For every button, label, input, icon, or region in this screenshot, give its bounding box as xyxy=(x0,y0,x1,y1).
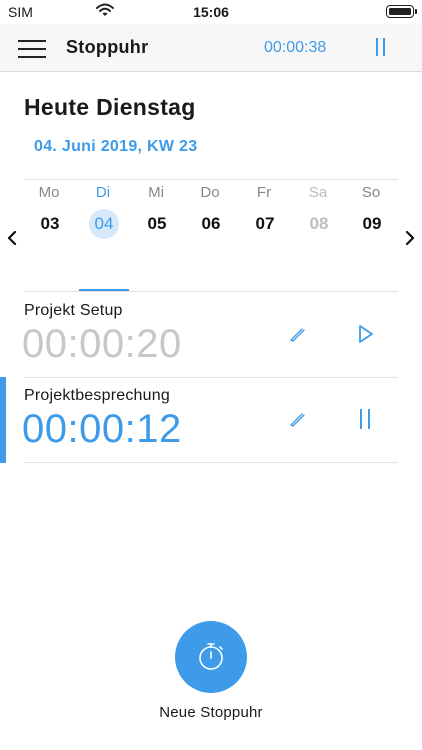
timer-name: Projekt Setup xyxy=(24,302,123,319)
timer-entry[interactable]: Projekt Setup 00:00:20 xyxy=(0,292,422,378)
day-number: 06 xyxy=(201,214,221,233)
play-icon[interactable] xyxy=(358,324,374,344)
day-number: 07 xyxy=(255,214,275,233)
edit-icon[interactable] xyxy=(289,326,305,342)
day-mi[interactable]: Mi 05 xyxy=(129,180,183,290)
day-name: Do xyxy=(200,184,220,201)
day-number: 09 xyxy=(362,214,382,233)
menu-icon[interactable] xyxy=(18,38,46,58)
chevron-left-icon[interactable] xyxy=(6,231,18,245)
day-number: 04 xyxy=(94,214,114,233)
day-title: Heute Dienstag xyxy=(24,94,196,120)
stopwatch-icon xyxy=(199,643,223,670)
selected-day-highlight: 04 xyxy=(89,209,119,239)
pause-icon[interactable] xyxy=(358,409,372,429)
day-name: Mi xyxy=(148,184,164,201)
chevron-right-icon[interactable] xyxy=(404,231,416,245)
timer-time: 00:00:12 xyxy=(22,407,182,451)
day-number: 05 xyxy=(147,214,167,233)
day-name: Fr xyxy=(256,184,272,201)
day-name: Di xyxy=(95,184,111,201)
timer-name: Projektbesprechung xyxy=(24,387,170,404)
week-day-picker: Mo 03 Di 04 Mi 05 Do 06 Fr 07 Sa 08 So 0… xyxy=(22,180,398,290)
day-sa[interactable]: Sa 08 xyxy=(291,180,345,290)
status-bar: SIM 15:06 xyxy=(0,0,422,24)
day-do[interactable]: Do 06 xyxy=(183,180,237,290)
day-di[interactable]: Di 04 xyxy=(76,180,130,290)
status-time: 15:06 xyxy=(193,4,229,20)
day-fr[interactable]: Fr 07 xyxy=(237,180,291,290)
active-indicator xyxy=(0,377,6,463)
day-mo[interactable]: Mo 03 xyxy=(22,180,76,290)
day-name: Sa xyxy=(308,184,328,201)
header-pause-icon[interactable] xyxy=(374,38,388,56)
date-line: 04. Juni 2019, KW 23 xyxy=(34,138,198,155)
battery-icon xyxy=(386,5,417,18)
page-title: Stoppuhr xyxy=(66,37,149,57)
running-timer[interactable]: 00:00:38 xyxy=(264,39,326,57)
day-so[interactable]: So 09 xyxy=(344,180,398,290)
day-name: So xyxy=(361,184,381,201)
day-number: 08 xyxy=(309,214,329,233)
app-header: Stoppuhr 00:00:38 xyxy=(0,24,422,72)
divider xyxy=(24,462,398,463)
day-number: 03 xyxy=(40,214,60,233)
new-stopwatch-label[interactable]: Neue Stoppuhr xyxy=(0,704,422,721)
edit-icon[interactable] xyxy=(289,411,305,427)
timer-time: 00:00:20 xyxy=(22,322,182,366)
day-name: Mo xyxy=(38,184,60,201)
new-stopwatch-button[interactable] xyxy=(175,621,247,693)
timer-entry[interactable]: Projektbesprechung 00:00:12 xyxy=(0,377,422,463)
